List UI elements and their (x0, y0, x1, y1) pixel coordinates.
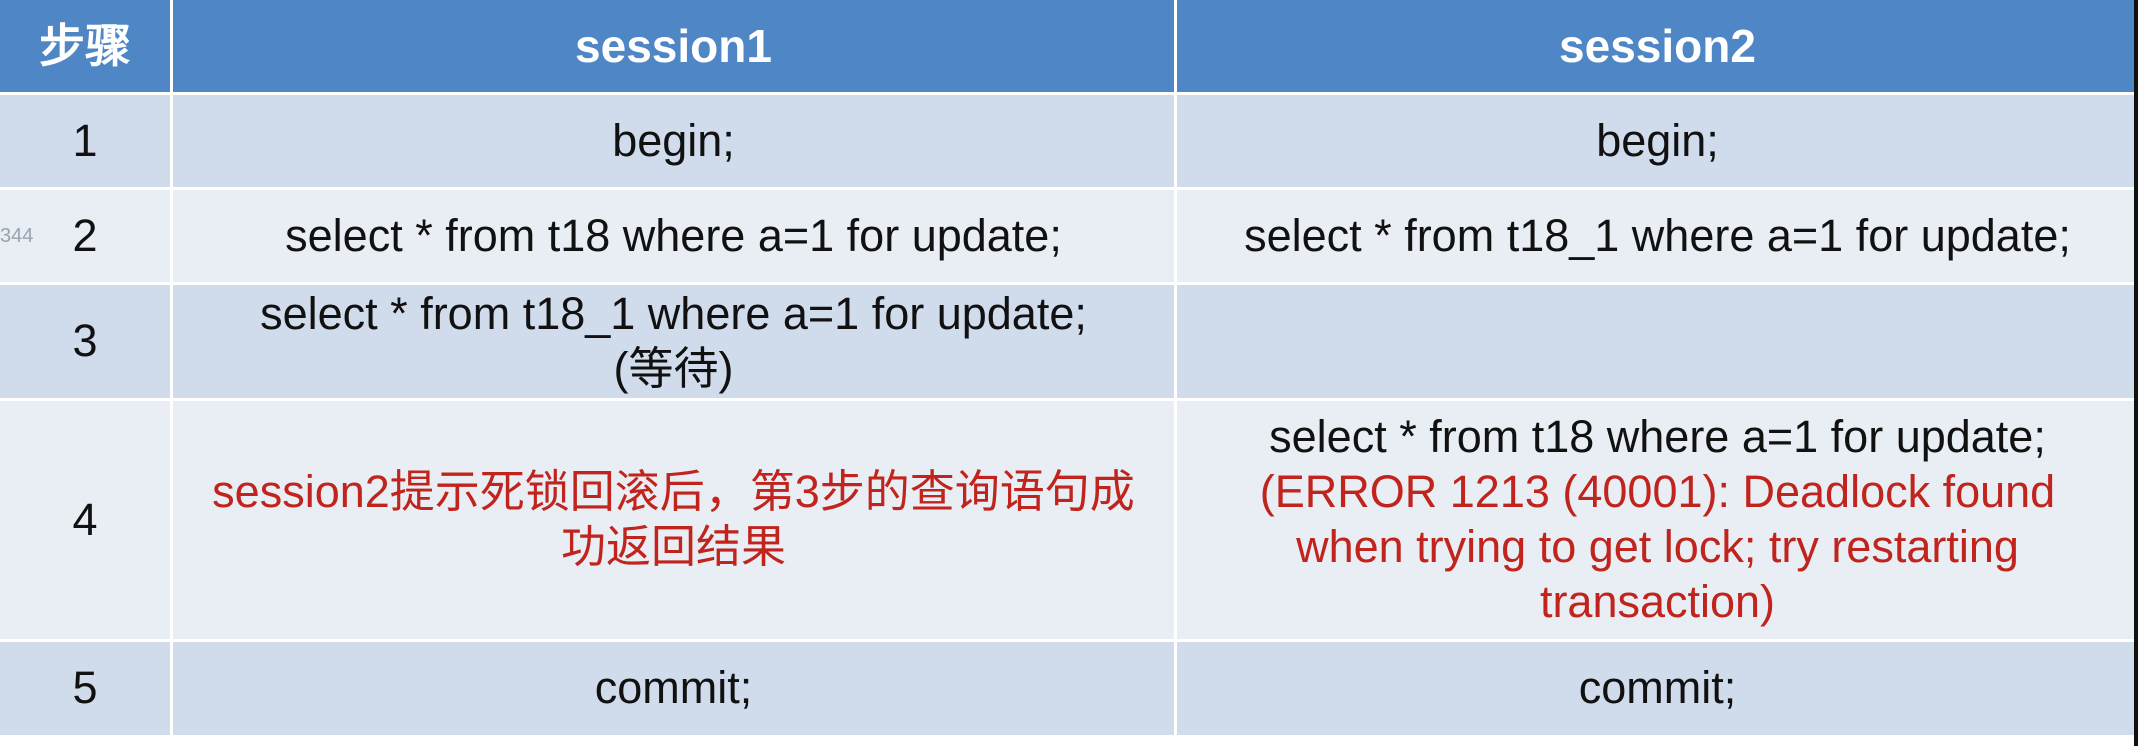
header-session1: session1 (173, 0, 1174, 92)
session2-cell-1: begin; (1177, 95, 2138, 187)
cell-line: (等待) (613, 342, 734, 394)
session1-cell-2: select * from t18 where a=1 for update; (173, 190, 1174, 282)
side-mark: 344 (0, 224, 34, 247)
session1-cell-3: select * from t18_1 where a=1 for update… (173, 285, 1174, 398)
cell-line: select * from t18_1 where a=1 for update… (260, 287, 1087, 339)
right-edge-border (2134, 0, 2138, 746)
session1-cell-4: session2提示死锁回滚后，第3步的查询语句成 功返回结果 (173, 401, 1174, 639)
session-deadlock-table: 步骤 session1 session2 1 begin; begin; 344… (0, 0, 2138, 746)
error-line: (ERROR 1213 (40001): Deadlock found (1259, 466, 2056, 518)
step-cell-1: 1 (0, 95, 170, 187)
cell-line: session2提示死锁回滚后，第3步的查询语句成 (212, 466, 1135, 518)
session1-cell-1: begin; (173, 95, 1174, 187)
step-label: 2 (72, 209, 98, 261)
session2-cell-4: select * from t18 where a=1 for update; … (1177, 401, 2138, 639)
session2-cell-2: select * from t18_1 where a=1 for update… (1177, 190, 2138, 282)
header-session2: session2 (1177, 0, 2138, 92)
header-step: 步骤 (0, 0, 170, 92)
session1-cell-5: commit; (173, 642, 1174, 735)
step-cell-5: 5 (0, 642, 170, 735)
session2-cell-3-empty (1177, 285, 2138, 398)
error-line: transaction) (1539, 575, 1776, 627)
cell-line: select * from t18 where a=1 for update; (1269, 411, 2046, 463)
step-cell-3: 3 (0, 285, 170, 398)
error-line: when trying to get lock; try restarting (1296, 521, 2019, 572)
step-cell-4: 4 (0, 401, 170, 639)
step-cell-2: 344 2 (0, 190, 170, 282)
session2-cell-5: commit; (1177, 642, 2138, 735)
cell-line: 功返回结果 (560, 521, 786, 572)
